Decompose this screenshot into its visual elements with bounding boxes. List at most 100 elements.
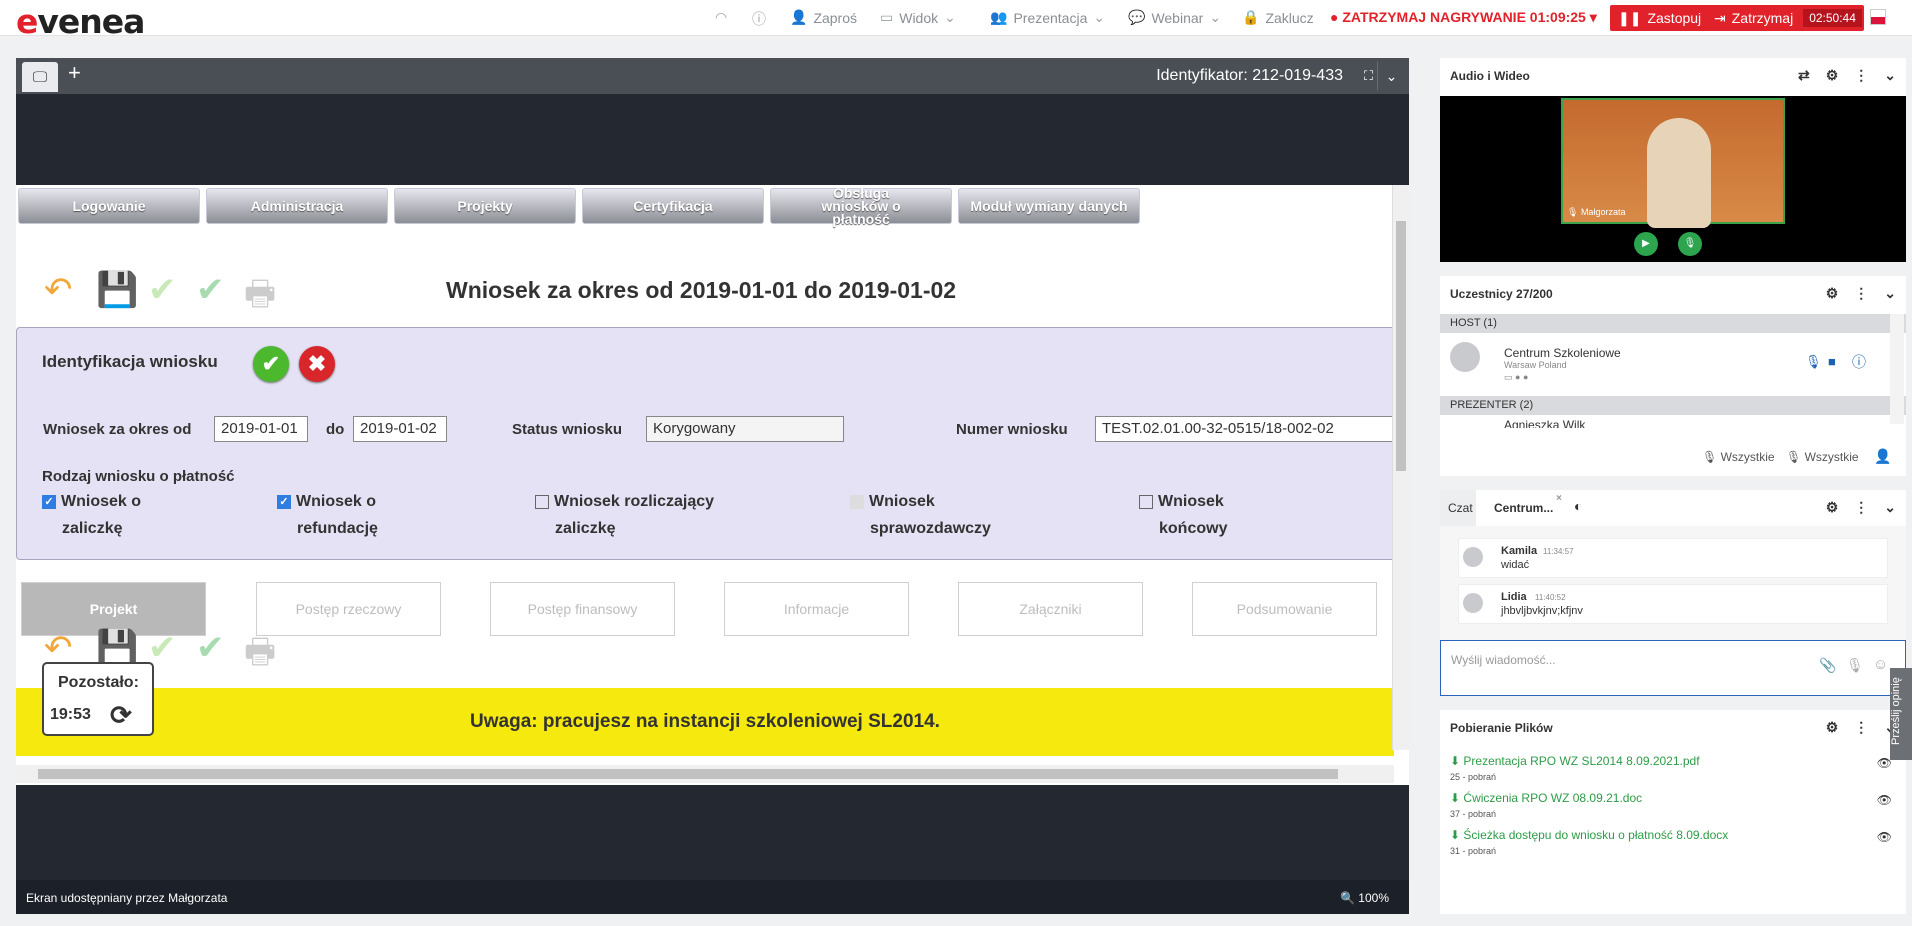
eye-icon[interactable]: 👁 [1877,830,1892,844]
check-icon[interactable]: ✔ [148,270,177,310]
file-link[interactable]: ⬇ Prezentacja RPO WZ SL2014 8.09.2021.pd… [1450,754,1700,768]
info-icon[interactable]: ⓘ [1852,352,1866,372]
period-to-field[interactable]: 2019-01-02 [353,416,447,442]
type-final-checkbox[interactable]: Wniosek końcowy [1139,488,1227,542]
type-settlement-checkbox[interactable]: Wniosek rozliczający zaliczkę [535,488,714,542]
identification-section: Identyfikacja wniosku ✔ ✖ Wniosek za okr… [16,327,1396,560]
attachment-icon[interactable]: 📎 [1819,657,1836,674]
status-field[interactable]: Korygowany [646,416,844,442]
presentation-menu[interactable]: 👥 Prezentacja ⌄ [990,9,1105,26]
type-report-checkbox: Wniosek sprawozdawczy [850,488,991,542]
horizontal-scrollbar[interactable] [16,765,1394,783]
checkbox-disabled-icon [850,494,864,509]
info-icon[interactable]: ⓘ [752,9,766,29]
invite-button[interactable]: 👤 Zaproś [790,9,857,26]
pause-icon: ❚❚ [1618,9,1642,26]
add-participant-icon[interactable]: 👤 [1874,448,1891,465]
tab-informacje[interactable]: Informacje [724,582,909,636]
tab-postep-rzeczowy[interactable]: Postęp rzeczowy [256,582,441,636]
more-icon[interactable]: ⋮ [1854,285,1868,302]
replace-button[interactable]: ❚❚ Zastopuj [1610,5,1710,31]
file-link[interactable]: ⬇ Ścieżka dostępu do wniosku o płatność … [1450,828,1728,842]
save-icon[interactable]: 💾 [96,270,138,310]
stop-recording-button[interactable]: ● ZATRZYMAJ NAGRYWANIE 01:09:25 ▾ [1330,9,1597,26]
shared-screen: Logowanie Administracja Projekty Certyfi… [16,185,1409,785]
microphone-icon[interactable]: 🎙 [1846,657,1864,674]
add-tab-button[interactable]: + [68,60,81,86]
tab-postep-finansowy[interactable]: Postęp finansowy [490,582,675,636]
print-icon[interactable]: 🖶 [244,270,276,327]
eye-icon[interactable]: 👁 [1877,793,1892,807]
period-from-field[interactable]: 2019-01-01 [214,416,308,442]
camera-button[interactable]: ▶ [1634,232,1658,256]
more-icon[interactable]: ⋮ [1854,67,1868,84]
gear-icon[interactable]: ⚙ [1826,719,1839,736]
chevron-down-icon: ⌄ [1209,9,1222,25]
emoji-icon[interactable]: ◐ [1574,498,1582,514]
participants-scrollbar[interactable] [1890,314,1904,424]
chevron-down-icon: ⌄ [1093,9,1106,25]
tab-screen-share[interactable]: 🖵 [22,62,58,92]
collapse-button[interactable]: ⌄ [1377,62,1405,90]
nav-administracja[interactable]: Administracja [206,188,388,224]
gear-icon[interactable]: ⚙ [1826,285,1839,302]
chevron-down-icon[interactable]: ⌄ [1884,285,1896,302]
approve-icon[interactable]: ✔ [196,270,225,310]
nav-obsluga-wnioskow[interactable]: Obsługa wniosków o płatność [770,186,952,226]
zoom-level[interactable]: 🔍 100% [1340,891,1389,905]
feedback-tab[interactable]: Prześlij opinię [1890,668,1912,760]
lock-button[interactable]: 🔒 Zaklucz [1242,9,1314,26]
unmute-all-button[interactable]: 🎙 Wszystkie [1786,450,1859,464]
approve-icon[interactable]: ✔ [196,628,225,668]
close-tab-icon[interactable]: × [1556,493,1562,504]
undo-icon[interactable]: ↶ [44,270,73,310]
camera-icon[interactable]: ■ [1828,354,1836,369]
vertical-scrollbar[interactable] [1392,185,1409,750]
nav-certyfikacja[interactable]: Certyfikacja [582,188,764,224]
screen-share-panel: 🖵 + Identyfikator: 212-019-433 ⛶ ⌄ Logow… [16,58,1409,914]
top-bar: eeveneavenea ◠ ⓘ 👤Zaproś ▭Widok⌄ 👥Prezen… [0,0,1912,41]
chevron-down-icon[interactable]: ⌄ [1884,67,1896,84]
refresh-icon[interactable]: ⟳ [110,700,132,731]
emoji-icon[interactable]: ☺ [1873,656,1888,673]
print-icon[interactable]: 🖶 [244,628,276,685]
more-icon[interactable]: ⋮ [1854,499,1868,516]
chat-input[interactable]: Wyślij wiadomość... 📎 🎙 ☺ [1440,640,1906,696]
swap-icon[interactable]: ⇄ [1798,67,1810,84]
file-link[interactable]: ⬇ Ćwiczenia RPO WZ 08.09.21.doc [1450,791,1642,805]
confirm-icon[interactable]: ✔ [253,346,289,382]
tab-private-chat[interactable]: Centrum... [1494,501,1553,515]
view-menu[interactable]: ▭ Widok ⌄ [880,9,956,26]
microphone-icon[interactable]: 🎙 [1805,354,1822,370]
language-flag-icon[interactable] [1870,9,1886,25]
evenea-logo[interactable]: eeveneavenea [16,2,145,41]
downloads-header: Pobieranie Plików ⚙⋮⌄ [1440,710,1906,746]
download-icon: ⬇ [1450,828,1461,842]
cancel-icon[interactable]: ✖ [299,346,335,382]
tab-podsumowanie[interactable]: Podsumowanie [1192,582,1377,636]
number-field[interactable]: TEST.02.01.00-32-0515/18-002-02 [1095,416,1395,442]
stop-button[interactable]: ⇥ Zatrzymaj 02:50:44 [1706,5,1864,31]
webinar-menu[interactable]: 💬 Webinar ⌄ [1128,9,1221,26]
microphone-button[interactable]: 🎙 [1678,232,1702,256]
nav-modul-wymiany[interactable]: Moduł wymiany danych [958,188,1140,224]
lock-icon: 🔒 [1242,9,1260,25]
chat-message: Lidia 11:40:52 jhbvljbvkjnv;kfjnv [1458,584,1888,624]
gear-icon[interactable]: ⚙ [1826,67,1839,84]
fullscreen-icon[interactable]: ⛶ [1364,68,1373,84]
speaker-video[interactable]: 🎙 Małgorzata [1561,98,1785,228]
mute-all-button[interactable]: 🎙 Wszystkie [1702,450,1775,464]
tab-zalaczniki[interactable]: Załączniki [958,582,1143,636]
nav-projekty[interactable]: Projekty [394,188,576,224]
type-advance-checkbox[interactable]: ✓ Wniosek o zaliczkę [42,488,141,542]
nav-logowanie[interactable]: Logowanie [18,188,200,224]
checkbox-checked-icon: ✓ [277,494,291,509]
type-refund-checkbox[interactable]: ✓ Wniosek o refundację [277,488,378,542]
shared-by-label: Ekran udostępniany przez Małgorzata [26,891,228,905]
presenter-group: PREZENTER (2) [1440,396,1906,415]
gear-icon[interactable]: ⚙ [1826,499,1839,516]
chevron-down-icon[interactable]: ⌄ [1884,499,1896,516]
more-icon[interactable]: ⋮ [1854,719,1868,736]
tab-chat[interactable]: Czat [1440,490,1476,526]
check-icon[interactable]: ✔ [148,628,177,668]
